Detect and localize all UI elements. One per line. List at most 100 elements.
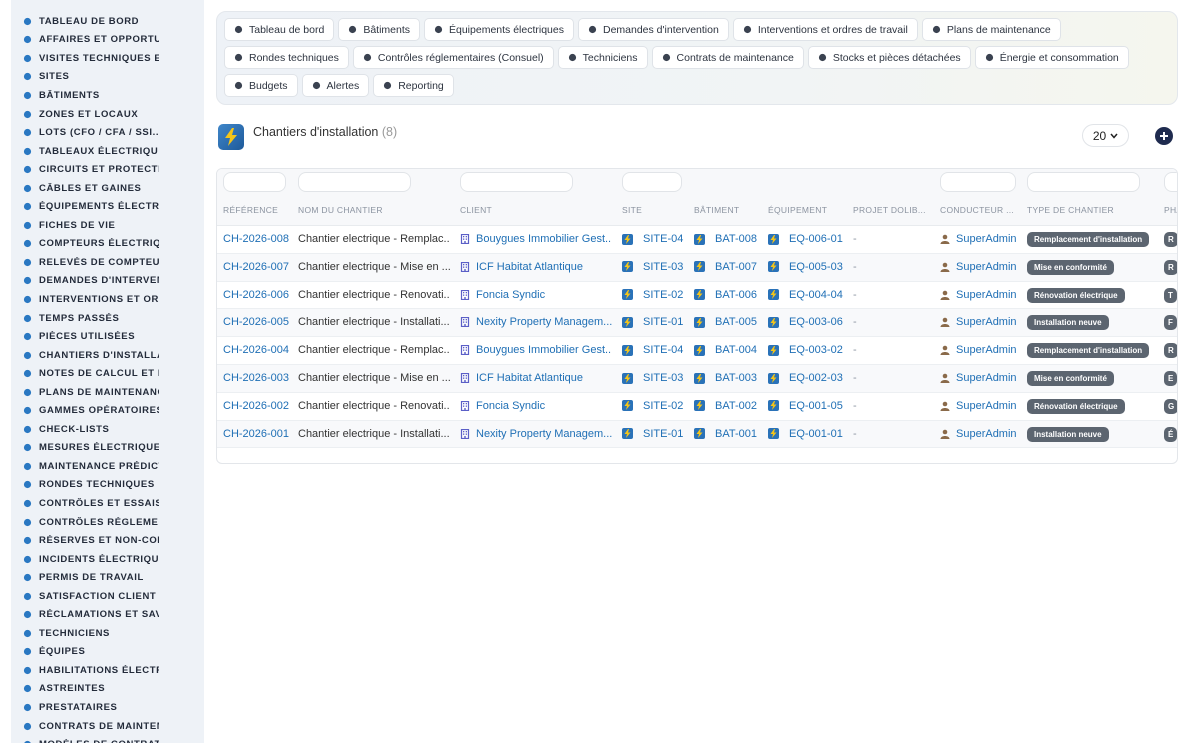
sidebar-item[interactable]: SITES — [11, 68, 204, 87]
filter-input-site[interactable] — [622, 172, 682, 192]
top-menu-button[interactable]: Équipements électriques — [424, 18, 574, 41]
column-header[interactable]: TYPE DE CHANTIER — [1027, 205, 1114, 215]
table-row[interactable]: CH-2026-001 Chantier electrique - Install… — [217, 420, 1177, 449]
sidebar-item[interactable]: BÂTIMENTS — [11, 86, 204, 105]
reference-link[interactable]: CH-2026-006 — [223, 289, 293, 301]
column-header[interactable]: SITE — [622, 205, 642, 215]
client-link[interactable]: Nexity Property Managem... — [460, 316, 612, 328]
equipment-link[interactable]: EQ-002-03 — [768, 372, 850, 384]
client-link[interactable]: Foncia Syndic — [460, 289, 612, 301]
top-menu-button[interactable]: Tableau de bord — [224, 18, 335, 41]
sidebar-item[interactable]: SATISFACTION CLIENT — [11, 587, 204, 606]
table-row[interactable]: CH-2026-007 Chantier electrique - Mise en… — [217, 253, 1177, 282]
sidebar-item[interactable]: INCIDENTS ÉLECTRIQUES — [11, 550, 204, 569]
sidebar-item[interactable]: COMPTEURS ÉLECTRIQUES — [11, 235, 204, 254]
sidebar-item[interactable]: PLANS DE MAINTENANCE — [11, 383, 204, 402]
sidebar-item[interactable]: GAMMES OPÉRATOIRES — [11, 401, 204, 420]
conducteur-link[interactable]: SuperAdmin — [940, 289, 1024, 301]
top-menu-button[interactable]: Plans de maintenance — [921, 18, 1061, 41]
top-menu-button[interactable]: Bâtiments — [338, 18, 420, 41]
client-link[interactable]: ICF Habitat Atlantique — [460, 372, 612, 384]
filter-input-phase[interactable] — [1164, 172, 1177, 192]
building-link[interactable]: BAT-006 — [694, 289, 764, 301]
sidebar-item[interactable]: ÉQUIPEMENTS ÉLECTRIQUES — [11, 197, 204, 216]
sidebar-item[interactable]: RÉCLAMATIONS ET SAV — [11, 606, 204, 625]
conducteur-link[interactable]: SuperAdmin — [940, 261, 1024, 273]
top-menu-button[interactable]: Reporting — [373, 74, 454, 97]
add-button[interactable] — [1155, 127, 1173, 145]
filter-input-reference[interactable] — [223, 172, 286, 192]
top-menu-button[interactable]: Demandes d'intervention — [577, 18, 729, 41]
sidebar-item[interactable]: AFFAIRES ET OPPORTUNITÉS — [11, 31, 204, 50]
sidebar-item[interactable]: DEMANDES D'INTERVENTION — [11, 272, 204, 291]
reference-link[interactable]: CH-2026-008 — [223, 233, 293, 245]
sidebar-item[interactable]: FICHES DE VIE — [11, 216, 204, 235]
sidebar-item[interactable]: VISITES TECHNIQUES ET — [11, 49, 204, 68]
equipment-link[interactable]: EQ-004-04 — [768, 289, 850, 301]
sidebar-item[interactable]: MESURES ÉLECTRIQUES — [11, 439, 204, 458]
site-link[interactable]: SITE-03 — [622, 261, 688, 273]
site-link[interactable]: SITE-04 — [622, 344, 688, 356]
table-row[interactable]: CH-2026-003 Chantier electrique - Mise en… — [217, 365, 1177, 393]
sidebar-item[interactable]: PRESTATAIRES — [11, 698, 204, 717]
sidebar-item[interactable]: RELEVÉS DE COMPTEURS — [11, 253, 204, 272]
conducteur-link[interactable]: SuperAdmin — [940, 428, 1024, 440]
top-menu-button[interactable]: Interventions et ordres de travail — [732, 18, 918, 41]
equipment-link[interactable]: EQ-001-05 — [768, 400, 850, 412]
column-header[interactable]: RÉFÉRENCE — [223, 205, 278, 215]
column-header[interactable]: CONDUCTEUR ... — [940, 205, 1014, 215]
client-link[interactable]: Nexity Property Managem... — [460, 428, 612, 440]
sidebar-item[interactable]: CONTRÔLES RÉGLEMENTAIRES — [11, 513, 204, 532]
top-menu-button[interactable]: Techniciens — [557, 46, 648, 69]
building-link[interactable]: BAT-005 — [694, 316, 764, 328]
conducteur-link[interactable]: SuperAdmin — [940, 400, 1024, 412]
sidebar-item[interactable]: RONDES TECHNIQUES — [11, 476, 204, 495]
sidebar-item[interactable]: LOTS (CFO / CFA / SSI...) — [11, 123, 204, 142]
top-menu-button[interactable]: Alertes — [301, 74, 370, 97]
equipment-link[interactable]: EQ-003-06 — [768, 316, 850, 328]
top-menu-button[interactable]: Contrôles réglementaires (Consuel) — [352, 46, 554, 69]
sidebar-item[interactable]: ASTREINTES — [11, 680, 204, 699]
top-menu-button[interactable]: Énergie et consommation — [974, 46, 1129, 69]
client-link[interactable]: Bouygues Immobilier Gest... — [460, 344, 612, 356]
sidebar-item[interactable]: MAINTENANCE PRÉDICTIVE — [11, 457, 204, 476]
conducteur-link[interactable]: SuperAdmin — [940, 233, 1024, 245]
table-row[interactable]: CH-2026-004 Chantier electrique - Remplac… — [217, 337, 1177, 365]
building-link[interactable]: BAT-002 — [694, 400, 764, 412]
conducteur-link[interactable]: SuperAdmin — [940, 344, 1024, 356]
sidebar-item[interactable]: CHECK-LISTS — [11, 420, 204, 439]
column-header[interactable]: PROJET DOLIB... — [853, 205, 926, 215]
sidebar-item[interactable]: HABILITATIONS ÉLECTRIQUES — [11, 661, 204, 680]
sidebar-item[interactable]: TECHNICIENS — [11, 624, 204, 643]
sidebar-item[interactable]: TABLEAUX ÉLECTRIQUES — [11, 142, 204, 161]
site-link[interactable]: SITE-03 — [622, 372, 688, 384]
reference-link[interactable]: CH-2026-005 — [223, 316, 293, 328]
table-row[interactable]: CH-2026-006 Chantier electrique - Renovat… — [217, 282, 1177, 310]
filter-input-client[interactable] — [460, 172, 573, 192]
sidebar-item[interactable]: CONTRATS DE MAINTENANCE — [11, 717, 204, 736]
column-header[interactable]: ÉQUIPEMENT — [768, 205, 827, 215]
table-row[interactable]: CH-2026-008 Chantier electrique - Remplac… — [217, 226, 1177, 254]
per-page-select[interactable]: 20 — [1082, 124, 1129, 147]
site-link[interactable]: SITE-02 — [622, 400, 688, 412]
sidebar-item[interactable]: TEMPS PASSÉS — [11, 309, 204, 328]
reference-link[interactable]: CH-2026-002 — [223, 400, 293, 412]
client-link[interactable]: ICF Habitat Atlantique — [460, 261, 612, 273]
top-menu-button[interactable]: Budgets — [224, 74, 298, 97]
equipment-link[interactable]: EQ-006-01 — [768, 233, 850, 245]
site-link[interactable]: SITE-04 — [622, 233, 688, 245]
building-link[interactable]: BAT-004 — [694, 344, 764, 356]
column-header[interactable]: NOM DU CHANTIER — [298, 205, 383, 215]
equipment-link[interactable]: EQ-005-03 — [768, 261, 850, 273]
site-link[interactable]: SITE-01 — [622, 316, 688, 328]
site-link[interactable]: SITE-02 — [622, 289, 688, 301]
top-menu-button[interactable]: Stocks et pièces détachées — [807, 46, 971, 69]
building-link[interactable]: BAT-001 — [694, 428, 764, 440]
equipment-link[interactable]: EQ-001-01 — [768, 428, 850, 440]
sidebar-item[interactable]: ÉQUIPES — [11, 643, 204, 662]
sidebar-item[interactable]: CHANTIERS D'INSTALLATION — [11, 346, 204, 365]
table-row[interactable]: CH-2026-002 Chantier electrique - Renovat… — [217, 393, 1177, 421]
filter-input-name[interactable] — [298, 172, 411, 192]
reference-link[interactable]: CH-2026-007 — [223, 261, 293, 273]
reference-link[interactable]: CH-2026-004 — [223, 344, 293, 356]
